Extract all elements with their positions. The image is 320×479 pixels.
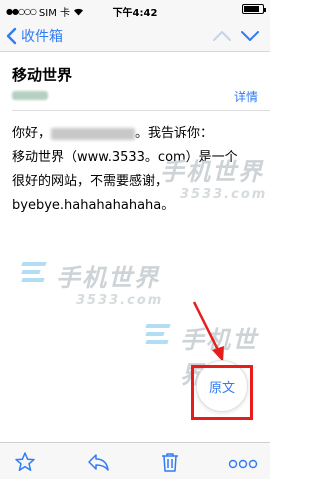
nav-bar: 收件箱 <box>0 20 270 52</box>
sender-row: 详情 <box>12 88 258 104</box>
reply-icon <box>88 454 109 471</box>
watermark-1: 手机世界 3533.com <box>160 152 267 202</box>
battery-group <box>242 4 266 14</box>
watermark-logo <box>145 324 172 346</box>
previous-message-button[interactable] <box>212 28 232 47</box>
more-icon <box>228 459 258 469</box>
redacted-text <box>51 127 136 140</box>
battery-fill <box>244 6 259 12</box>
flag-icon <box>15 452 35 471</box>
header-divider <box>12 110 270 111</box>
chevron-down-icon <box>241 31 259 41</box>
watermark-2: 手机世界 3533.com <box>21 258 164 308</box>
annotation-arrow-icon <box>192 301 224 362</box>
sender-name-redacted <box>12 91 48 100</box>
next-message-button[interactable] <box>240 28 260 47</box>
battery-icon <box>242 4 266 14</box>
status-bar: ●●○○○ SIM 卡 下午4:42 <box>0 0 270 20</box>
watermark-number: 3533.com <box>76 293 164 308</box>
trash-button[interactable] <box>160 451 180 477</box>
more-button[interactable] <box>228 455 258 474</box>
details-link[interactable]: 详情 <box>234 88 258 105</box>
reply-button[interactable] <box>86 451 110 477</box>
email-subject: 移动世界 <box>12 66 73 84</box>
watermark-logo <box>21 262 48 284</box>
trash-icon <box>162 453 178 472</box>
watermark-number: 3533.com <box>180 187 268 202</box>
chevron-up-icon <box>213 31 231 41</box>
body-line-1: 你好， 。我告诉你： <box>12 122 264 146</box>
back-label: 收件箱 <box>21 29 63 45</box>
bottom-toolbar <box>0 442 270 479</box>
flag-button[interactable] <box>14 451 36 477</box>
body-line-1-end: 。我告诉你： <box>135 126 214 141</box>
watermark-brand: 手机世界 <box>160 158 264 186</box>
back-to-inbox-button[interactable]: 收件箱 <box>6 26 63 46</box>
chevron-left-icon <box>6 27 17 45</box>
watermark-brand: 手机世界 <box>56 264 160 292</box>
annotation-highlight-box <box>191 365 253 420</box>
status-time: 下午4:42 <box>112 8 158 19</box>
body-line-1-start: 你好， <box>12 126 52 141</box>
